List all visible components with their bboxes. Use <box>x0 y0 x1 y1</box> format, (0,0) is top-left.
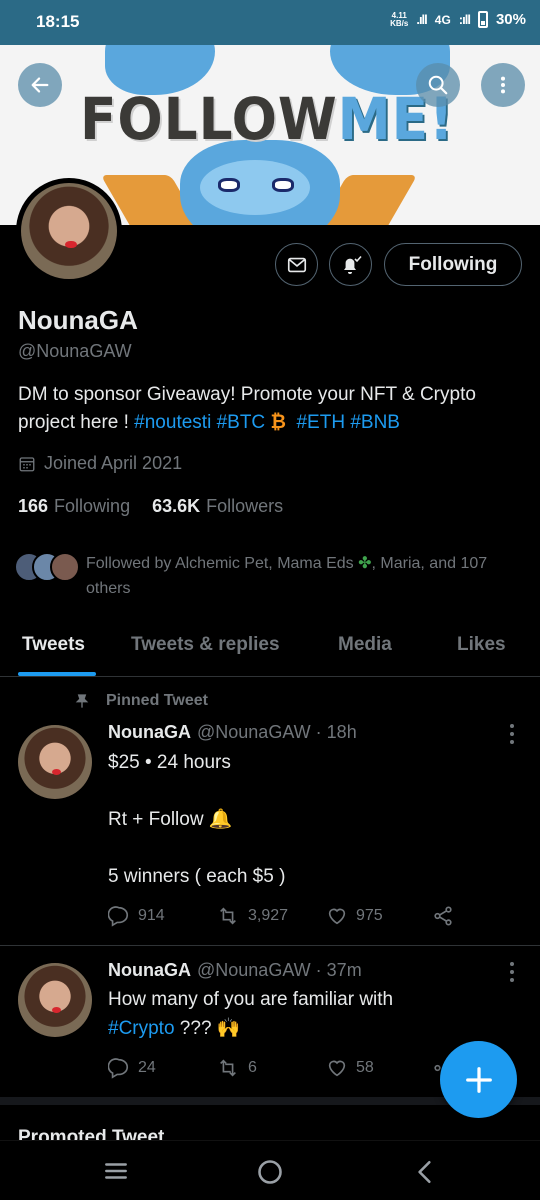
plus-icon <box>465 1066 492 1093</box>
search-icon <box>428 75 448 95</box>
tab-tweets-replies[interactable]: Tweets & replies <box>131 634 280 656</box>
active-tab-indicator <box>18 672 96 676</box>
battery-level: 30% <box>495 11 526 28</box>
back-button[interactable] <box>18 63 62 107</box>
follow-stats: 166 Following 63.6K Followers <box>18 496 283 517</box>
followers-stat[interactable]: 63.6K Followers <box>152 496 283 517</box>
tweet-more-icon[interactable] <box>502 724 522 744</box>
bird-eye-left <box>218 178 240 192</box>
profile-bio: DM to sponsor Giveaway! Promote your NFT… <box>18 384 476 433</box>
like-button[interactable]: 975 <box>326 905 383 927</box>
tweet-author[interactable]: NounaGA <box>108 722 191 742</box>
retweet-button[interactable]: 3,927 <box>216 905 288 927</box>
tweet-time: · 37m <box>315 960 362 980</box>
tweet-text: $25 • 24 hours Rt + Follow 🔔 5 winners (… <box>108 752 286 887</box>
profile-handle: @NounaGAW <box>18 341 132 361</box>
bell-check-icon <box>343 255 362 274</box>
notifications-button[interactable] <box>329 243 372 286</box>
tweet-time: · 18h <box>315 722 357 742</box>
avatar-image <box>21 183 117 279</box>
promoted-tweet-label: Promoted Tweet <box>18 1127 165 1141</box>
clover-icon: ✤ <box>358 555 372 572</box>
tweet-avatar[interactable] <box>18 725 92 799</box>
profile-tabs: Tweets Tweets & replies Media Likes <box>0 620 540 677</box>
tab-media[interactable]: Media <box>338 634 392 656</box>
tweet-author[interactable]: NounaGA <box>108 960 191 980</box>
raised-hands-emoji: 🙌 <box>216 1018 241 1039</box>
profile-name: NounaGA <box>18 305 138 335</box>
status-indicators: 4.11 KB/s .ıll 4G :ıll 30% <box>390 11 526 28</box>
tweet-handle: @NounaGAW <box>197 960 311 980</box>
retweet-icon <box>220 907 236 925</box>
signal-icon-2: :ıll <box>458 12 471 27</box>
recent-apps-icon[interactable] <box>102 1158 130 1184</box>
heart-icon <box>328 908 346 925</box>
hashtag-btc[interactable]: #BTC <box>217 412 266 433</box>
bell-emoji: 🔔 <box>208 809 233 830</box>
battery-icon <box>477 11 488 28</box>
heart-icon <box>328 1060 346 1077</box>
search-button[interactable] <box>416 63 460 107</box>
retweet-button[interactable]: 6 <box>216 1057 257 1079</box>
status-time: 18:15 <box>36 12 80 31</box>
envelope-icon <box>287 257 306 272</box>
following-button[interactable]: Following <box>384 243 522 286</box>
profile-avatar[interactable] <box>16 178 122 284</box>
banner-text: FOLLOWME! <box>80 85 455 153</box>
pin-icon <box>75 694 89 708</box>
bitcoin-icon: ₿ <box>270 412 286 433</box>
tweet-text: How many of you are familiar with #Crypt… <box>108 989 394 1039</box>
joined-date: Joined April 2021 <box>18 453 182 474</box>
arrow-left-icon <box>31 77 49 93</box>
network-speed: 4.11 KB/s <box>390 10 409 28</box>
tweet-avatar[interactable] <box>18 963 92 1037</box>
tab-likes[interactable]: Likes <box>457 634 506 656</box>
pinned-label: Pinned Tweet <box>74 692 208 710</box>
compose-tweet-button[interactable] <box>440 1041 517 1118</box>
signal-icon: .ıll <box>416 12 427 27</box>
tweet-header: NounaGA @NounaGAW · 18h <box>108 722 357 743</box>
network-type: 4G <box>434 12 451 27</box>
like-button[interactable]: 58 <box>326 1057 374 1079</box>
tab-tweets[interactable]: Tweets <box>22 634 85 656</box>
hashtag-noutesti[interactable]: #noutesti <box>134 412 211 433</box>
bird-eye-right <box>272 178 294 192</box>
hashtag-bnb[interactable]: #BNB <box>350 412 400 433</box>
reply-button[interactable]: 24 <box>108 1057 156 1079</box>
followed-by-text[interactable]: Followed by Alchemic Pet, Mama Eds ✤, Ma… <box>86 551 526 601</box>
tweet-divider <box>0 945 540 946</box>
reply-icon <box>108 906 128 927</box>
status-bar: 18:15 4.11 KB/s .ıll 4G :ıll 30% <box>0 0 540 45</box>
tweet-header: NounaGA @NounaGAW · 37m <box>108 960 362 981</box>
reply-icon <box>108 1058 128 1079</box>
reply-button[interactable]: 914 <box>108 905 165 927</box>
hashtag-eth[interactable]: #ETH <box>296 412 345 433</box>
followed-by-avatars[interactable] <box>14 552 80 582</box>
tweet-more-icon[interactable] <box>502 962 522 982</box>
system-navigation-bar <box>0 1140 540 1200</box>
back-nav-icon[interactable] <box>412 1158 438 1186</box>
home-icon[interactable] <box>256 1158 284 1186</box>
calendar-icon <box>19 456 35 471</box>
share-button[interactable] <box>432 905 454 927</box>
message-button[interactable] <box>275 243 318 286</box>
hashtag-crypto[interactable]: #Crypto <box>108 1018 175 1039</box>
retweet-icon <box>220 1059 236 1077</box>
tweet-handle: @NounaGAW <box>197 722 311 742</box>
share-icon <box>434 906 452 926</box>
mini-avatar <box>50 552 80 582</box>
following-stat[interactable]: 166 Following <box>18 496 130 517</box>
more-vertical-icon <box>500 76 506 94</box>
more-options-button[interactable] <box>481 63 525 107</box>
